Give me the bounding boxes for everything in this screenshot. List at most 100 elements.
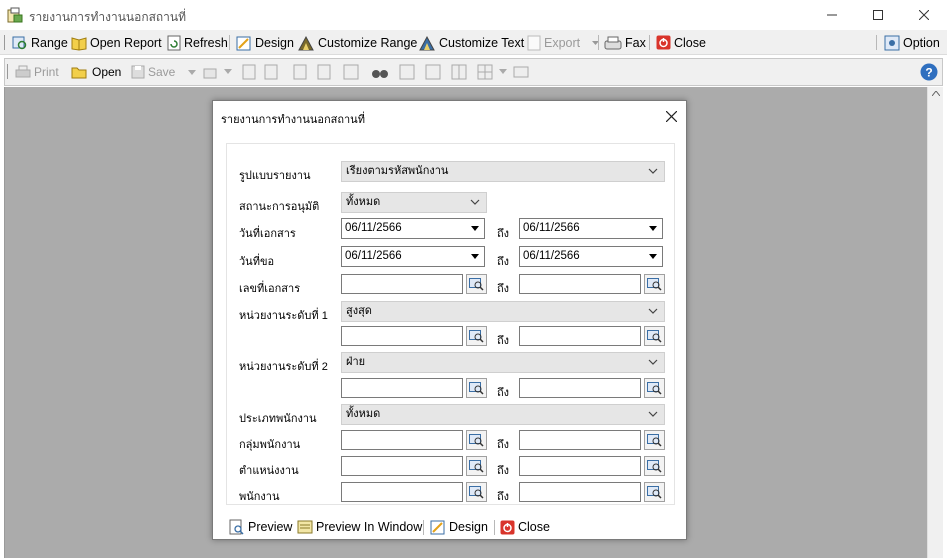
position-to-input[interactable] bbox=[519, 456, 641, 476]
parameters-icon bbox=[317, 64, 331, 80]
chevron-down-icon bbox=[648, 359, 658, 365]
chevron-down-icon bbox=[648, 168, 658, 174]
dialog-close-action-button[interactable]: Close bbox=[500, 517, 550, 537]
position-label: ตำแหน่งงาน bbox=[239, 465, 299, 477]
lookup-search-icon bbox=[647, 381, 662, 395]
report-format-select[interactable]: เรียงตามรหัสพนักงาน bbox=[341, 161, 665, 182]
customize-range-button[interactable]: Customize Range bbox=[298, 33, 417, 52]
open-book-icon bbox=[71, 36, 87, 51]
fax-icon bbox=[604, 36, 622, 49]
unit-level2-from-lookup[interactable] bbox=[466, 378, 487, 398]
document-date-to[interactable]: 06/11/2566 bbox=[519, 218, 663, 239]
employee-from-input[interactable] bbox=[341, 482, 463, 502]
report-format-label: รูปแบบรายงาน bbox=[239, 170, 311, 182]
help-icon[interactable]: ? bbox=[920, 63, 938, 81]
preview-icon bbox=[229, 519, 244, 535]
employee-from-lookup[interactable] bbox=[466, 482, 487, 502]
vertical-scrollbar[interactable] bbox=[927, 87, 943, 558]
print-button[interactable]: Print bbox=[15, 63, 59, 81]
unit-level1-from-lookup[interactable] bbox=[466, 326, 487, 346]
employee-type-select[interactable]: ทั้งหมด bbox=[341, 404, 665, 425]
window-close-button[interactable] bbox=[901, 0, 947, 30]
date-dropdown-button[interactable] bbox=[468, 221, 482, 236]
employee-group-to-lookup[interactable] bbox=[644, 430, 665, 450]
toolbar-separator bbox=[229, 35, 230, 50]
customize-range-icon bbox=[298, 35, 314, 50]
page-icon bbox=[264, 64, 278, 80]
request-date-to[interactable]: 06/11/2566 bbox=[519, 246, 663, 267]
maximize-button[interactable] bbox=[855, 0, 901, 30]
save-button[interactable]: Save bbox=[131, 63, 197, 81]
group-tree-icon bbox=[343, 64, 359, 80]
employee-group-to-input[interactable] bbox=[519, 430, 641, 450]
unit-level1-select[interactable]: สูงสุด bbox=[341, 301, 665, 322]
lookup-search-icon bbox=[469, 381, 484, 395]
range-button[interactable]: Range bbox=[12, 33, 68, 52]
unit-level2-to-input[interactable] bbox=[519, 378, 641, 398]
printer-icon bbox=[15, 65, 31, 78]
request-date-from[interactable]: 06/11/2566 bbox=[341, 246, 485, 267]
dialog-design-button[interactable]: Design bbox=[430, 517, 488, 537]
chevron-down-icon bbox=[648, 308, 658, 314]
document-no-to-lookup[interactable] bbox=[644, 274, 665, 294]
refresh-button[interactable]: Refresh bbox=[167, 33, 228, 52]
open-report-button[interactable]: Open Report bbox=[71, 33, 162, 52]
toolbar-grip bbox=[7, 64, 8, 79]
unit-level2-to-lookup[interactable] bbox=[644, 378, 665, 398]
document-no-from-input[interactable] bbox=[341, 274, 463, 294]
minimize-button[interactable] bbox=[809, 0, 855, 30]
preview-window-icon bbox=[297, 520, 313, 534]
toolbar-separator bbox=[423, 520, 424, 535]
toolbar-grip bbox=[4, 35, 5, 50]
position-from-lookup[interactable] bbox=[466, 456, 487, 476]
employee-type-label: ประเภทพนักงาน bbox=[239, 413, 317, 425]
svg-text:?: ? bbox=[925, 66, 932, 80]
power-close-icon bbox=[500, 520, 515, 534]
document-no-to-input[interactable] bbox=[519, 274, 641, 294]
document-no-label: เลขที่เอกสาร bbox=[239, 283, 301, 295]
position-from-input[interactable] bbox=[341, 456, 463, 476]
close-report-button[interactable]: Close bbox=[656, 33, 706, 52]
export-icon bbox=[527, 35, 541, 50]
preview-in-window-button[interactable]: Preview In Window bbox=[297, 517, 422, 537]
close-icon bbox=[919, 10, 929, 20]
dialog-close-button[interactable] bbox=[662, 107, 680, 125]
employee-group-from-lookup[interactable] bbox=[466, 430, 487, 450]
full-screen-icon bbox=[513, 66, 529, 78]
unit-level2-select[interactable]: ฝ่าย bbox=[341, 352, 665, 373]
unit-level1-to-input[interactable] bbox=[519, 326, 641, 346]
employee-group-from-input[interactable] bbox=[341, 430, 463, 450]
preview-button[interactable]: Preview bbox=[229, 517, 292, 537]
position-to-lookup[interactable] bbox=[644, 456, 665, 476]
unit-level1-to-lookup[interactable] bbox=[644, 326, 665, 346]
export-button[interactable]: Export bbox=[527, 33, 600, 52]
design-button[interactable]: Design bbox=[236, 33, 294, 52]
folder-open-icon bbox=[71, 67, 87, 78]
lookup-search-icon bbox=[647, 277, 662, 291]
customize-text-button[interactable]: Customize Text bbox=[419, 33, 524, 52]
open-button[interactable]: Open bbox=[71, 63, 121, 81]
chevron-down-icon bbox=[649, 226, 657, 231]
lookup-search-icon bbox=[647, 329, 662, 343]
dialog-form: รูปแบบรายงาน เรียงตามรหัสพนักงาน สถานะกา… bbox=[226, 143, 675, 505]
unit-level1-from-input[interactable] bbox=[341, 326, 463, 346]
toolbar-separator bbox=[876, 35, 877, 50]
employee-to-input[interactable] bbox=[519, 482, 641, 502]
date-dropdown-button[interactable] bbox=[468, 249, 482, 264]
document-date-from[interactable]: 06/11/2566 bbox=[341, 218, 485, 239]
date-dropdown-button[interactable] bbox=[646, 249, 660, 264]
toolbar-separator bbox=[598, 35, 599, 50]
approval-status-select[interactable]: ทั้งหมด bbox=[341, 192, 487, 213]
document-no-from-lookup[interactable] bbox=[466, 274, 487, 294]
option-button[interactable]: Option bbox=[884, 33, 940, 52]
multiple-pages-icon bbox=[477, 64, 493, 80]
page-setup-icon bbox=[293, 64, 307, 80]
fax-button[interactable]: Fax bbox=[604, 33, 646, 52]
design-icon bbox=[430, 520, 445, 535]
chevron-up-icon[interactable] bbox=[932, 91, 940, 96]
date-dropdown-button[interactable] bbox=[646, 221, 660, 236]
unit-level2-from-input[interactable] bbox=[341, 378, 463, 398]
employee-to-lookup[interactable] bbox=[644, 482, 665, 502]
customize-text-icon bbox=[419, 35, 435, 50]
unit-level2-label: หน่วยงานระดับที่ 2 bbox=[239, 361, 328, 373]
